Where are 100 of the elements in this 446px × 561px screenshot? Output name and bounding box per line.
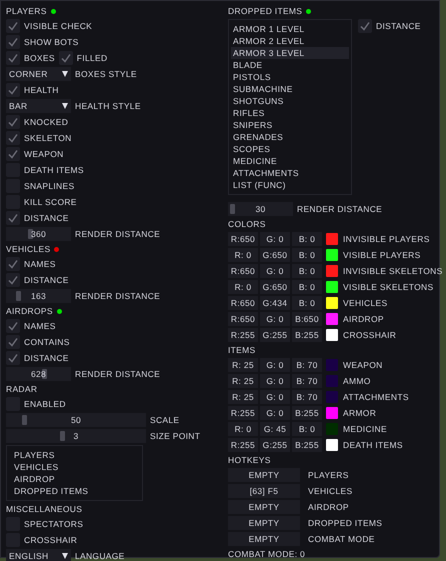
- channel-value-field[interactable]: B: 0: [292, 264, 322, 278]
- dropdown[interactable]: ENGLISH: [6, 549, 71, 561]
- color-swatch[interactable]: [326, 281, 338, 293]
- channel-value-field[interactable]: B: 0: [292, 248, 322, 262]
- list-item[interactable]: ARMOR 1 LEVEL: [231, 23, 349, 35]
- channel-value-field[interactable]: G: 0: [260, 358, 290, 372]
- list-item[interactable]: PISTOLS: [231, 71, 349, 83]
- channel-value-field[interactable]: R:650: [228, 232, 258, 246]
- color-swatch[interactable]: [326, 297, 338, 309]
- channel-value-field[interactable]: R: 25: [228, 374, 258, 388]
- list-item[interactable]: MEDICINE: [231, 155, 349, 167]
- checkbox[interactable]: [6, 273, 20, 287]
- list-item[interactable]: ARMOR 3 LEVEL: [231, 47, 349, 59]
- color-swatch[interactable]: [326, 233, 338, 245]
- channel-value-field[interactable]: B: 0: [292, 422, 322, 436]
- hotkey-button[interactable]: EMPTY: [228, 500, 300, 514]
- channel-value-field[interactable]: G:650: [260, 280, 290, 294]
- color-swatch[interactable]: [326, 391, 338, 403]
- channel-value-field[interactable]: R: 25: [228, 358, 258, 372]
- slider[interactable]: 3: [6, 429, 146, 443]
- channel-value-field[interactable]: G: 0: [260, 390, 290, 404]
- color-swatch[interactable]: [326, 329, 338, 341]
- channel-value-field[interactable]: G: 0: [260, 406, 290, 420]
- channel-value-field[interactable]: B: 0: [292, 296, 322, 310]
- channel-value-field[interactable]: G:255: [260, 328, 290, 342]
- list-item[interactable]: DROPPED ITEMS: [12, 485, 137, 497]
- slider[interactable]: 628: [6, 367, 71, 381]
- list-item[interactable]: GRENADES: [231, 131, 349, 143]
- list-item[interactable]: SNIPERS: [231, 119, 349, 131]
- channel-value-field[interactable]: G: 0: [260, 312, 290, 326]
- slider[interactable]: 360: [6, 227, 71, 241]
- channel-value-field[interactable]: B:650: [292, 312, 322, 326]
- slider[interactable]: 163: [6, 289, 71, 303]
- dropdown[interactable]: BAR: [6, 99, 71, 113]
- checkbox[interactable]: [358, 19, 372, 33]
- list-item[interactable]: BLADE: [231, 59, 349, 71]
- hotkey-button[interactable]: EMPTY: [228, 516, 300, 530]
- channel-value-field[interactable]: R:255: [228, 406, 258, 420]
- checkbox[interactable]: [6, 147, 20, 161]
- list-item[interactable]: VEHICLES: [12, 461, 137, 473]
- checkbox[interactable]: [58, 51, 73, 65]
- checkbox[interactable]: [6, 83, 20, 97]
- checkbox[interactable]: [6, 19, 20, 33]
- channel-value-field[interactable]: B: 0: [292, 280, 322, 294]
- color-swatch[interactable]: [326, 407, 338, 419]
- list-item[interactable]: SUBMACHINE: [231, 83, 349, 95]
- hotkey-button[interactable]: EMPTY: [228, 468, 300, 482]
- channel-value-field[interactable]: G:650: [260, 248, 290, 262]
- channel-value-field[interactable]: B: 0: [292, 232, 322, 246]
- dropdown-label: HEALTH STYLE: [75, 101, 141, 111]
- list-item[interactable]: SCOPES: [231, 143, 349, 155]
- list-item[interactable]: ARMOR 2 LEVEL: [231, 35, 349, 47]
- channel-value-field[interactable]: G: 45: [260, 422, 290, 436]
- checkbox[interactable]: [6, 35, 20, 49]
- channel-value-field[interactable]: B: 70: [292, 358, 322, 372]
- checkbox[interactable]: [6, 131, 20, 145]
- checkbox[interactable]: [6, 51, 20, 65]
- channel-value-field[interactable]: G:434: [260, 296, 290, 310]
- color-swatch[interactable]: [326, 423, 338, 435]
- channel-value-field[interactable]: R: 0: [228, 280, 258, 294]
- dropdown[interactable]: CORNER: [6, 67, 71, 81]
- checkbox[interactable]: [6, 319, 20, 333]
- channel-value-field[interactable]: R: 0: [228, 422, 258, 436]
- list-item[interactable]: PLAYERS: [12, 449, 137, 461]
- channel-value-field[interactable]: G: 0: [260, 264, 290, 278]
- channel-value-field[interactable]: B: 70: [292, 374, 322, 388]
- channel-value-field[interactable]: R: 25: [228, 390, 258, 404]
- list-item[interactable]: ATTACHMENTS: [231, 167, 349, 179]
- color-swatch[interactable]: [326, 439, 338, 451]
- channel-value-field[interactable]: R:650: [228, 264, 258, 278]
- checkbox[interactable]: [6, 351, 20, 365]
- channel-value-field[interactable]: B:255: [292, 406, 322, 420]
- hotkey-button[interactable]: [63] F5: [228, 484, 300, 498]
- channel-value-field[interactable]: R: 0: [228, 248, 258, 262]
- list-item[interactable]: RIFLES: [231, 107, 349, 119]
- list-item[interactable]: AIRDROP: [12, 473, 137, 485]
- color-swatch[interactable]: [326, 359, 338, 371]
- channel-value-field[interactable]: B:255: [292, 438, 322, 452]
- checkbox[interactable]: [6, 115, 20, 129]
- checkbox[interactable]: [6, 257, 20, 271]
- list-item[interactable]: LIST (FUNC): [231, 179, 349, 191]
- color-swatch[interactable]: [326, 313, 338, 325]
- channel-value-field[interactable]: R:650: [228, 312, 258, 326]
- channel-value-field[interactable]: G: 0: [260, 232, 290, 246]
- color-swatch[interactable]: [326, 375, 338, 387]
- checkbox[interactable]: [6, 335, 20, 349]
- checkbox[interactable]: [6, 211, 20, 225]
- channel-value-field[interactable]: G:255: [260, 438, 290, 452]
- slider[interactable]: 30: [228, 202, 293, 216]
- color-swatch[interactable]: [326, 249, 338, 261]
- list-item[interactable]: SHOTGUNS: [231, 95, 349, 107]
- channel-value-field[interactable]: R:255: [228, 328, 258, 342]
- channel-value-field[interactable]: G: 0: [260, 374, 290, 388]
- channel-value-field[interactable]: B: 70: [292, 390, 322, 404]
- slider[interactable]: 50: [6, 413, 146, 427]
- channel-value-field[interactable]: B:255: [292, 328, 322, 342]
- channel-value-field[interactable]: R:255: [228, 438, 258, 452]
- channel-value-field[interactable]: R:650: [228, 296, 258, 310]
- color-swatch[interactable]: [326, 265, 338, 277]
- hotkey-button[interactable]: EMPTY: [228, 532, 300, 546]
